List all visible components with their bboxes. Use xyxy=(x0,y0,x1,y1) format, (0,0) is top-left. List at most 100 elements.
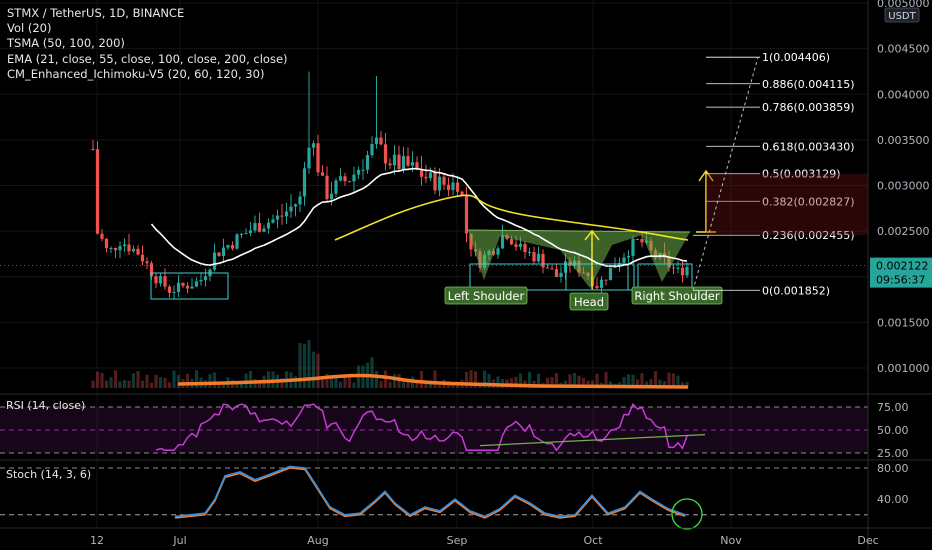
volume-bar xyxy=(149,382,154,388)
time-tick: Oct xyxy=(583,534,603,547)
volume-bar xyxy=(343,376,347,388)
countdown: 09:56:37 xyxy=(876,274,925,287)
candle-body xyxy=(95,149,100,234)
stoch-k-line xyxy=(174,465,686,518)
candle-body xyxy=(140,254,145,262)
volume-bars xyxy=(91,340,689,389)
candle-body xyxy=(410,162,415,166)
left-shoulder-label: Left Shoulder xyxy=(448,289,525,303)
fib-retracement[interactable]: 1(0.004406) 0.886(0.004115) 0.786(0.003859… xyxy=(692,51,868,297)
volume-bar xyxy=(145,374,149,388)
candle-body xyxy=(455,182,460,192)
volume-bar xyxy=(167,382,172,388)
candle-body xyxy=(226,245,230,248)
candle-body xyxy=(338,176,343,181)
volume-bar xyxy=(370,357,374,388)
candle-body xyxy=(113,248,118,251)
time-tick: Dec xyxy=(857,534,878,547)
candle-body xyxy=(518,243,523,247)
price-tick: 0.001000 xyxy=(877,362,930,375)
volume-bar xyxy=(316,353,320,388)
candle-body xyxy=(248,230,253,234)
legend-ema[interactable]: EMA (21, close, 55, close, 100, close, 2… xyxy=(7,52,288,67)
candle-body xyxy=(599,279,604,288)
candle-body xyxy=(185,285,190,289)
stoch-pane[interactable]: 80.00 40.00 xyxy=(0,459,932,530)
rsi-legend[interactable]: RSI (14, close) xyxy=(6,399,85,412)
indicator-legend: STMX / TetherUS, 1D, BINANCE Vol (20) TS… xyxy=(7,6,288,82)
candle-body xyxy=(307,147,311,169)
candle-body xyxy=(293,204,298,207)
candle-body xyxy=(127,244,131,252)
candle-body xyxy=(280,215,284,217)
candle-body xyxy=(118,246,122,251)
volume-bar xyxy=(293,376,298,388)
candle-body xyxy=(356,169,361,175)
rsi-tick: 50.00 xyxy=(877,424,909,437)
symbol-title[interactable]: STMX / TetherUS, 1D, BINANCE xyxy=(7,6,288,21)
fib-label: 0.618(0.003430) xyxy=(762,140,855,153)
candle-body xyxy=(145,261,149,264)
fib-label: 1(0.004406) xyxy=(762,51,830,64)
candle-body xyxy=(289,206,293,212)
price-tick: 0.002500 xyxy=(877,225,930,238)
rsi-pane[interactable]: 75.00 50.00 25.00 xyxy=(0,393,932,460)
candle-body xyxy=(604,279,608,281)
candle-body xyxy=(194,281,199,287)
price-tick: 0.003500 xyxy=(877,134,930,147)
candle-body xyxy=(203,276,208,281)
candle-body xyxy=(401,156,406,170)
candle-body xyxy=(613,267,617,269)
legend-tsma[interactable]: TSMA (50, 100, 200) xyxy=(7,36,288,51)
candle-body xyxy=(329,193,334,200)
candle-body xyxy=(559,272,563,277)
candle-body xyxy=(325,175,329,200)
candle-body xyxy=(320,172,325,176)
volume-bar xyxy=(163,377,167,388)
candle-body xyxy=(212,252,217,270)
volume-bar xyxy=(113,370,118,388)
stoch-legend[interactable]: Stoch (14, 3, 6) xyxy=(6,468,91,481)
candle-body xyxy=(550,268,554,270)
candle-body xyxy=(451,182,455,191)
candle-body xyxy=(379,137,383,145)
fib-label: 0.786(0.003859) xyxy=(762,101,855,114)
volume-bar xyxy=(118,381,122,388)
candle-body xyxy=(640,239,644,243)
candle-body xyxy=(509,239,514,245)
candle-body xyxy=(352,174,356,182)
fib-zone xyxy=(706,173,868,236)
volume-bar xyxy=(383,370,388,388)
candle-body xyxy=(370,143,374,156)
candle-body xyxy=(635,238,640,240)
candle-body xyxy=(514,244,518,247)
volume-bar xyxy=(311,351,316,388)
candle-body xyxy=(496,248,500,255)
volume-bar xyxy=(352,382,356,388)
rsi-tick: 25.00 xyxy=(877,447,909,460)
legend-ichimoku[interactable]: CM_Enhanced_Ichimoku-V5 (20, 60, 120, 30… xyxy=(7,67,288,82)
volume-bar xyxy=(208,374,212,388)
volume-bar xyxy=(338,381,343,388)
candle-body xyxy=(347,181,352,183)
candle-body xyxy=(275,215,280,220)
candle-body xyxy=(446,184,451,191)
price-chart[interactable]: Left Shoulder Head Right Shoulder 1(0.0044… xyxy=(0,0,932,550)
candle-body xyxy=(266,222,271,229)
volume-bar xyxy=(248,370,253,388)
candle-body xyxy=(554,269,559,277)
candle-body xyxy=(158,276,163,284)
candle-body xyxy=(500,235,505,249)
rsi-tick: 75.00 xyxy=(877,401,909,414)
time-tick: 12 xyxy=(90,534,104,547)
candle-body xyxy=(271,219,275,223)
candle-body xyxy=(163,276,167,287)
candle-body xyxy=(365,155,370,170)
candle-body xyxy=(176,282,181,292)
legend-volume[interactable]: Vol (20) xyxy=(7,21,288,36)
volume-bar xyxy=(127,380,131,388)
candle-body xyxy=(91,149,95,150)
candle-body xyxy=(532,252,536,262)
candle-body xyxy=(316,143,320,173)
time-tick: Nov xyxy=(720,534,742,547)
